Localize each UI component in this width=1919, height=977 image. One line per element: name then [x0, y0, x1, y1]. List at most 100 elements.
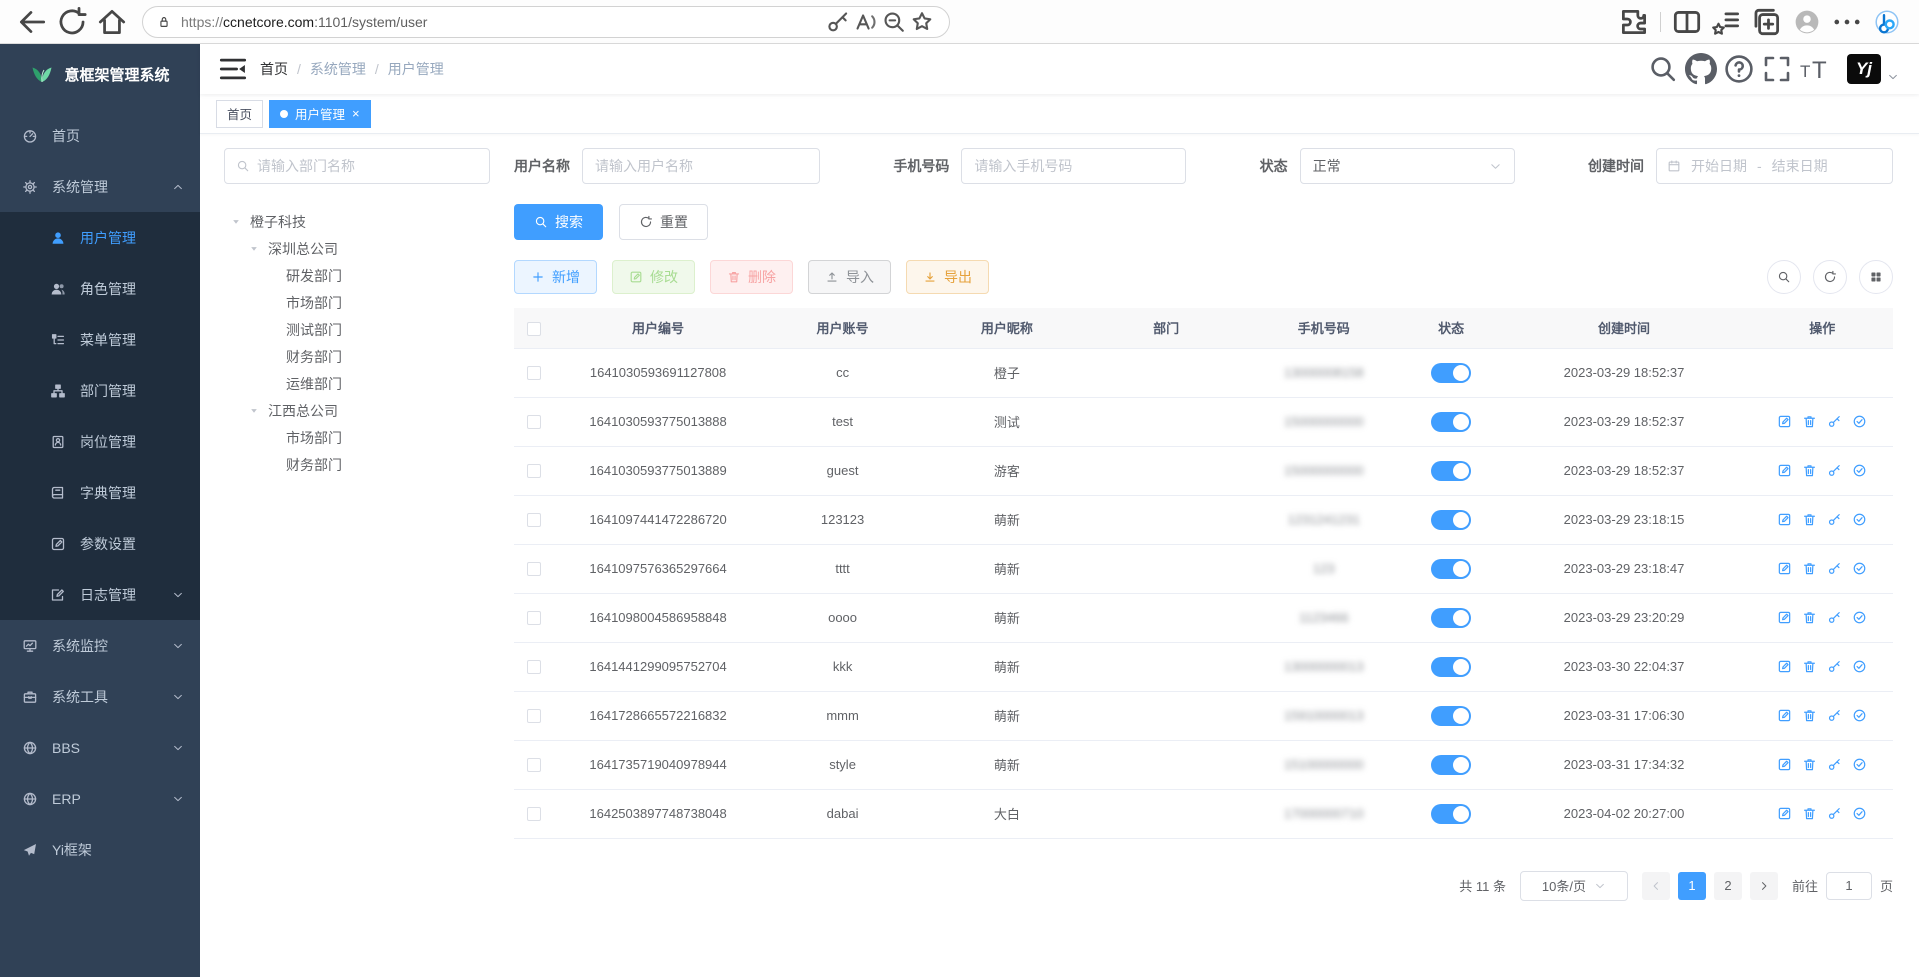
- tab-首页[interactable]: 首页: [216, 100, 263, 128]
- chevron-down-icon[interactable]: [1887, 71, 1899, 83]
- check-circle-icon[interactable]: [1852, 463, 1867, 478]
- row-checkbox[interactable]: [527, 464, 541, 478]
- reset-button[interactable]: 重置: [619, 204, 708, 240]
- status-toggle[interactable]: [1431, 657, 1471, 677]
- page-button-2[interactable]: 2: [1714, 872, 1742, 900]
- delete-icon[interactable]: [1802, 610, 1817, 625]
- next-page-button[interactable]: [1750, 872, 1778, 900]
- 新增-button[interactable]: 新增: [514, 260, 597, 294]
- search-button[interactable]: 搜索: [514, 204, 603, 240]
- 修改-button[interactable]: 修改: [612, 260, 695, 294]
- date-range-picker[interactable]: 开始日期 - 结束日期: [1656, 148, 1893, 184]
- back-icon[interactable]: [14, 5, 50, 39]
- toolbar-grid-icon[interactable]: [1859, 260, 1893, 294]
- sidebar-item-系统工具[interactable]: 系统工具: [0, 671, 200, 722]
- delete-icon[interactable]: [1802, 561, 1817, 576]
- edit-icon[interactable]: [1777, 463, 1792, 478]
- tree-node-市场部门[interactable]: 市场部门: [224, 424, 490, 451]
- page-button-1[interactable]: 1: [1678, 872, 1706, 900]
- 导入-button[interactable]: 导入: [808, 260, 891, 294]
- sidebar-item-首页[interactable]: 首页: [0, 110, 200, 161]
- read-aloud-icon[interactable]: [853, 9, 879, 35]
- status-toggle[interactable]: [1431, 706, 1471, 726]
- key-icon[interactable]: [1827, 757, 1842, 772]
- sidebar-item-ERP[interactable]: ERP: [0, 773, 200, 824]
- sidebar-item-日志管理[interactable]: 日志管理: [0, 569, 200, 620]
- key-icon[interactable]: [1827, 708, 1842, 723]
- select-all-checkbox[interactable]: [527, 322, 541, 336]
- check-circle-icon[interactable]: [1852, 806, 1867, 821]
- row-checkbox[interactable]: [527, 758, 541, 772]
- delete-icon[interactable]: [1802, 757, 1817, 772]
- check-circle-icon[interactable]: [1852, 659, 1867, 674]
- username-input[interactable]: 请输入用户名称: [582, 148, 820, 184]
- edit-icon[interactable]: [1777, 757, 1792, 772]
- font-size-icon[interactable]: TT: [1799, 53, 1831, 85]
- tree-node-测试部门[interactable]: 测试部门: [224, 316, 490, 343]
- breadcrumb-item[interactable]: 系统管理: [310, 59, 366, 79]
- check-circle-icon[interactable]: [1852, 708, 1867, 723]
- breadcrumb-item[interactable]: 首页: [260, 59, 288, 79]
- tree-node-财务部门[interactable]: 财务部门: [224, 343, 490, 370]
- copilot-icon[interactable]: [1869, 5, 1905, 39]
- delete-icon[interactable]: [1802, 659, 1817, 674]
- sidebar-item-角色管理[interactable]: 角色管理: [0, 263, 200, 314]
- delete-icon[interactable]: [1802, 708, 1817, 723]
- key-icon[interactable]: [825, 9, 851, 35]
- tree-node-研发部门[interactable]: 研发部门: [224, 262, 490, 289]
- breadcrumb-item[interactable]: 用户管理: [388, 59, 444, 79]
- address-bar[interactable]: https://ccnetcore.com:1101/system/user: [142, 6, 950, 38]
- key-icon[interactable]: [1827, 512, 1842, 527]
- status-toggle[interactable]: [1431, 804, 1471, 824]
- status-toggle[interactable]: [1431, 559, 1471, 579]
- check-circle-icon[interactable]: [1852, 512, 1867, 527]
- collections-icon[interactable]: [1709, 5, 1745, 39]
- status-select[interactable]: 正常: [1300, 148, 1515, 184]
- key-icon[interactable]: [1827, 806, 1842, 821]
- app-logo[interactable]: 意框架管理系统: [0, 44, 200, 104]
- edit-icon[interactable]: [1777, 512, 1792, 527]
- sidebar-item-菜单管理[interactable]: 菜单管理: [0, 314, 200, 365]
- edit-icon[interactable]: [1777, 414, 1792, 429]
- favorite-add-icon[interactable]: [909, 9, 935, 35]
- tree-node-运维部门[interactable]: 运维部门: [224, 370, 490, 397]
- key-icon[interactable]: [1827, 561, 1842, 576]
- check-circle-icon[interactable]: [1852, 757, 1867, 772]
- key-icon[interactable]: [1827, 414, 1842, 429]
- key-icon[interactable]: [1827, 463, 1842, 478]
- tree-node-市场部门[interactable]: 市场部门: [224, 289, 490, 316]
- home-icon[interactable]: [94, 5, 130, 39]
- status-toggle[interactable]: [1431, 510, 1471, 530]
- edit-icon[interactable]: [1777, 659, 1792, 674]
- status-toggle[interactable]: [1431, 461, 1471, 481]
- row-checkbox[interactable]: [527, 709, 541, 723]
- sidebar-item-Yi框架[interactable]: Yi框架: [0, 824, 200, 875]
- dept-search-input[interactable]: 请输入部门名称: [224, 148, 490, 184]
- delete-icon[interactable]: [1802, 463, 1817, 478]
- github-icon[interactable]: [1685, 53, 1717, 85]
- refresh-icon[interactable]: [54, 5, 90, 39]
- search-icon[interactable]: [1647, 53, 1679, 85]
- tree-node-深圳总公司[interactable]: 深圳总公司: [224, 235, 490, 262]
- status-toggle[interactable]: [1431, 755, 1471, 775]
- row-checkbox[interactable]: [527, 513, 541, 527]
- toolbar-refresh-icon[interactable]: [1813, 260, 1847, 294]
- sidebar-item-参数设置[interactable]: 参数设置: [0, 518, 200, 569]
- split-screen-icon[interactable]: [1669, 5, 1705, 39]
- user-avatar-logo[interactable]: Yj: [1847, 54, 1881, 84]
- row-checkbox[interactable]: [527, 807, 541, 821]
- check-circle-icon[interactable]: [1852, 610, 1867, 625]
- tab-close-icon[interactable]: ×: [352, 107, 360, 120]
- phone-input[interactable]: 请输入手机号码: [961, 148, 1186, 184]
- edit-icon[interactable]: [1777, 610, 1792, 625]
- extensions-icon[interactable]: [1616, 5, 1652, 39]
- tab-用户管理[interactable]: 用户管理×: [269, 100, 371, 128]
- sidebar-item-BBS[interactable]: BBS: [0, 722, 200, 773]
- 删除-button[interactable]: 删除: [710, 260, 793, 294]
- sidebar-item-系统监控[interactable]: 系统监控: [0, 620, 200, 671]
- more-icon[interactable]: [1829, 5, 1865, 39]
- status-toggle[interactable]: [1431, 412, 1471, 432]
- row-checkbox[interactable]: [527, 415, 541, 429]
- edit-icon[interactable]: [1777, 708, 1792, 723]
- new-tab-group-icon[interactable]: [1749, 5, 1785, 39]
